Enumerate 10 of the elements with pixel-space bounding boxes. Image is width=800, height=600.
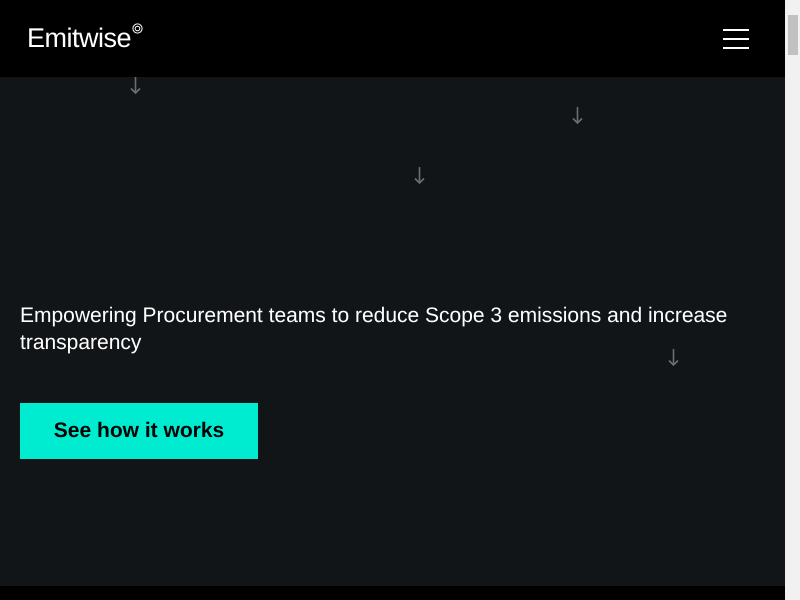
headline: Empowering Procurement teams to reduce Scope 3 emissions and increase transparency xyxy=(20,303,728,356)
down-arrow-icon xyxy=(572,107,583,125)
see-how-it-works-button[interactable]: See how it works xyxy=(20,403,258,459)
down-arrow-icon xyxy=(130,77,141,95)
down-arrow-icon xyxy=(414,167,425,185)
scrollbar[interactable] xyxy=(785,0,800,600)
logo[interactable]: Emitwise xyxy=(27,25,132,52)
menu-button[interactable] xyxy=(723,28,749,48)
logo-rings-icon xyxy=(132,23,144,34)
down-arrow-icon xyxy=(668,349,679,367)
